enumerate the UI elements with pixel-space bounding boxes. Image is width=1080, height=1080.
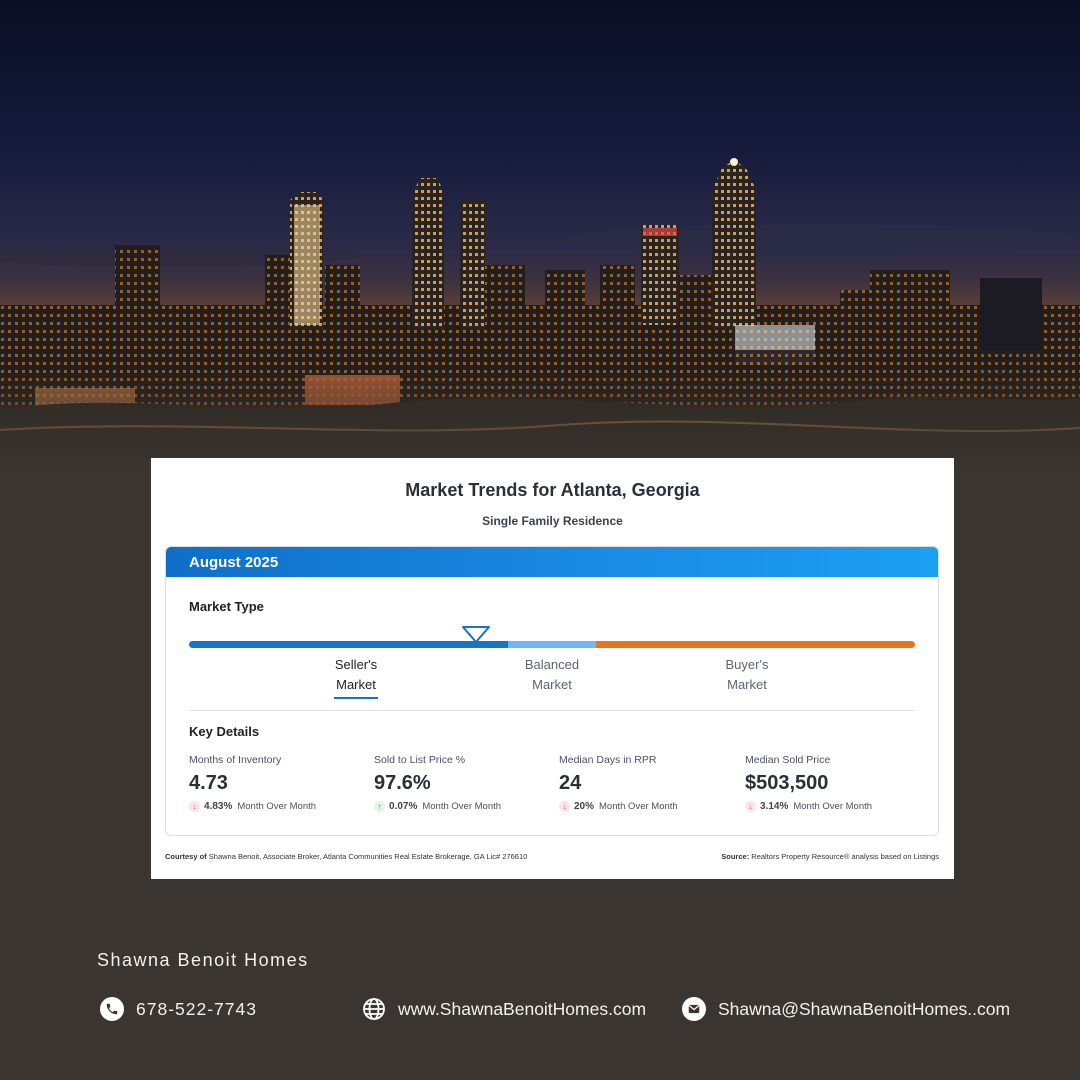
buyer-segment (596, 641, 915, 648)
metric-value: $503,500 (745, 772, 829, 794)
email-link[interactable]: Shawna@ShawnaBenoitHomes..com (718, 999, 1010, 1020)
source-text: Realtors Property Resource® analysis bas… (751, 852, 939, 861)
market-type-label: Market Type (189, 599, 264, 614)
arrow-down-icon: ↓ (745, 801, 756, 812)
metric-label: Median Sold Price (745, 754, 831, 766)
buyers-line1: Buyer's (725, 657, 769, 672)
balanced-line2: Market (532, 677, 572, 692)
change-percent: 20% (574, 801, 595, 812)
metric-label: Sold to List Price % (374, 754, 466, 766)
metric-change: ↓ 20% Month Over Month (559, 801, 739, 812)
email-contact[interactable]: Shawna@ShawnaBenoitHomes..com (682, 997, 1010, 1021)
change-label: Month Over Month (422, 801, 502, 812)
metric-value: 24 (559, 772, 582, 794)
period-header: August 2025 (166, 547, 938, 577)
metric-label: Median Days in RPR (559, 754, 657, 766)
sellers-line2: Market (336, 677, 376, 692)
market-panel: August 2025 Market Type Seller's Market … (165, 546, 939, 836)
metric-sold-to-list: Sold to List Price % 97.6% ↑ 0.07% Month… (374, 754, 554, 812)
option-sellers-market: Seller's Market (316, 655, 396, 695)
hero-city-image (0, 0, 1080, 470)
divider (189, 710, 915, 711)
phone-icon (100, 997, 124, 1021)
mail-icon (682, 997, 706, 1021)
brand-name: Shawna Benoit Homes (97, 950, 309, 970)
card-title: Market Trends for Atlanta, Georgia (405, 480, 700, 500)
courtesy-prefix: Courtesy of (165, 852, 207, 861)
market-type-bar (189, 641, 915, 648)
metric-change: ↑ 0.07% Month Over Month (374, 801, 554, 812)
arrow-down-icon: ↓ (189, 801, 200, 812)
change-label: Month Over Month (793, 801, 873, 812)
market-trends-card: Market Trends for Atlanta, Georgia Singl… (151, 458, 954, 879)
buyers-line2: Market (727, 677, 767, 692)
change-label: Month Over Month (237, 801, 317, 812)
source-note: Source: Realtors Property Resource® anal… (721, 852, 939, 861)
change-percent: 4.83% (204, 801, 233, 812)
change-percent: 0.07% (389, 801, 418, 812)
globe-icon (362, 997, 386, 1021)
metric-change: ↓ 3.14% Month Over Month (745, 801, 925, 812)
market-indicator-icon (462, 626, 490, 643)
selected-underline (334, 697, 378, 699)
option-buyers-market: Buyer's Market (707, 655, 787, 695)
sellers-line1: Seller's (334, 657, 378, 672)
courtesy-text: Shawna Benoit, Associate Broker, Atlanta… (208, 852, 528, 861)
phone-number[interactable]: 678-522-7743 (136, 999, 257, 1020)
metric-label: Months of Inventory (189, 754, 282, 766)
key-details-label: Key Details (189, 724, 260, 739)
option-balanced-market: Balanced Market (512, 655, 592, 695)
metric-months-of-inventory: Months of Inventory 4.73 ↓ 4.83% Month O… (189, 754, 369, 812)
change-label: Month Over Month (599, 801, 678, 812)
metric-median-days: Median Days in RPR 24 ↓ 20% Month Over M… (559, 754, 739, 812)
arrow-up-icon: ↑ (374, 801, 385, 812)
source-prefix: Source: (721, 852, 750, 861)
website-contact[interactable]: www.ShawnaBenoitHomes.com (362, 997, 646, 1021)
metric-value: 97.6% (374, 772, 431, 794)
change-percent: 3.14% (760, 801, 789, 812)
phone-contact[interactable]: 678-522-7743 (100, 997, 257, 1021)
arrow-down-icon: ↓ (559, 801, 570, 812)
hero-fade-overlay (0, 0, 1080, 470)
metric-median-sold-price: Median Sold Price $503,500 ↓ 3.14% Month… (745, 754, 925, 812)
balanced-line1: Balanced (524, 657, 580, 672)
courtesy-note: Courtesy of Shawna Benoit, Associate Bro… (165, 852, 527, 861)
metric-change: ↓ 4.83% Month Over Month (189, 801, 369, 812)
website-link[interactable]: www.ShawnaBenoitHomes.com (398, 999, 646, 1020)
balanced-segment (508, 641, 596, 648)
metric-value: 4.73 (189, 772, 228, 794)
card-subtitle: Single Family Residence (482, 514, 623, 528)
